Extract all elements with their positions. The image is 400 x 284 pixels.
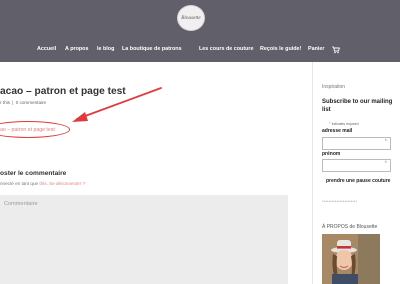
author-photo-image [322, 234, 380, 284]
logged-in-prefix: nnecté en tant que [0, 181, 39, 186]
comment-textarea[interactable]: Commentaire [0, 195, 288, 284]
site-logo[interactable]: Blousette [177, 5, 205, 31]
comment-placeholder: Commentaire [4, 201, 38, 207]
email-required-asterisk: * [384, 139, 387, 145]
prenom-label: prénom [322, 151, 341, 157]
email-label: adresse mail [322, 128, 353, 134]
comment-count-link[interactable]: 0 commentaire [16, 100, 46, 105]
nav-item-panier[interactable]: Panier [308, 46, 324, 52]
required-asterisk: * [329, 121, 331, 126]
required-note: * indicates required [329, 121, 358, 126]
user-profile-link[interactable]: this [39, 181, 46, 186]
author-photo [322, 234, 380, 284]
logged-in-text: nnecté en tant que this. Se déconnecter … [0, 181, 86, 186]
prenom-required-asterisk: * [384, 161, 387, 167]
post-author-link[interactable]: r this [0, 100, 10, 105]
nav-item-cours[interactable]: Les cours de couture [199, 46, 254, 52]
subscribe-title: Subscribe to our mailing list [322, 99, 393, 113]
main-nav: Accueil A propos le blog La boutique de … [0, 46, 400, 58]
subscribe-button[interactable]: prendre une pause couture [326, 178, 390, 184]
post-title: acao – patron et page test [0, 86, 126, 97]
meta-separator: | [12, 100, 14, 105]
post-meta: r this | 0 commentaire [0, 100, 46, 105]
email-field[interactable]: * [322, 137, 391, 150]
nav-item-accueil[interactable]: Accueil [37, 46, 56, 52]
sidebar-star-divider: ********************** [322, 200, 358, 204]
logout-link[interactable]: Se déconnecter ? [49, 181, 85, 186]
about-heading: À PROPOS de Blousette [322, 224, 378, 230]
logo-text: Blousette [181, 15, 201, 21]
comment-form-title: oster le commentaire [0, 170, 67, 177]
prenom-field[interactable]: * [322, 159, 391, 172]
sidebar-inspiration-heading: Inspiration [322, 84, 346, 90]
nav-item-guide[interactable]: Reçois le guide! [260, 46, 301, 52]
cart-icon[interactable] [332, 46, 340, 54]
required-text: indicates required [331, 122, 359, 126]
nav-item-a-propos[interactable]: A propos [65, 46, 88, 52]
nav-item-blog[interactable]: le blog [97, 46, 114, 52]
nav-item-boutique[interactable]: La boutique de patrons [122, 46, 182, 52]
